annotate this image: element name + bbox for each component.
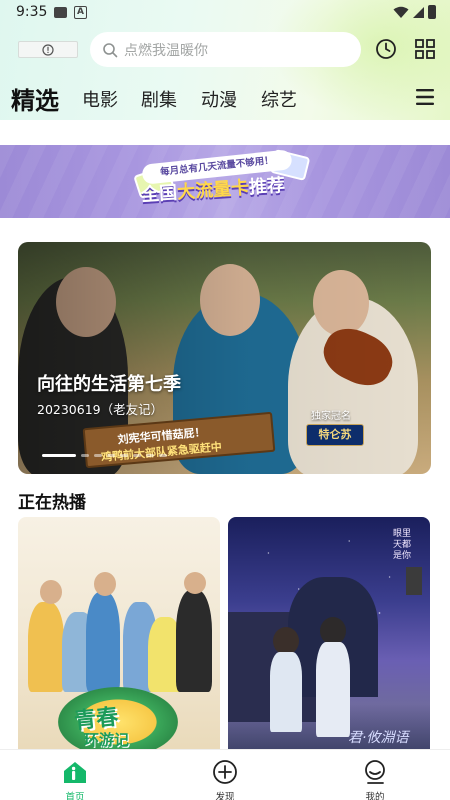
- hamburger-menu-icon[interactable]: [415, 88, 435, 106]
- carousel-dot[interactable]: [81, 454, 89, 457]
- tab-anime[interactable]: 动漫: [201, 86, 237, 112]
- tab-series[interactable]: 剧集: [141, 86, 177, 112]
- nav-label: 发现: [215, 792, 235, 800]
- carousel-dot[interactable]: [94, 454, 102, 457]
- image-icon: [54, 7, 67, 18]
- nav-label: 首页: [65, 792, 85, 800]
- status-bar: 9:35 A: [0, 0, 450, 26]
- carousel-dot[interactable]: [159, 454, 167, 457]
- carousel-dot[interactable]: [120, 454, 128, 457]
- status-time: 9:35: [16, 4, 48, 20]
- carousel-dot[interactable]: [42, 454, 76, 457]
- top-header: 点燃我温暖你: [0, 30, 450, 70]
- history-clock-icon[interactable]: [375, 38, 397, 60]
- street-sign: [406, 567, 422, 595]
- notice-button[interactable]: [18, 41, 78, 58]
- grid-apps-icon[interactable]: [415, 39, 435, 59]
- carousel-indicator: [42, 454, 167, 458]
- tab-movies[interactable]: 电影: [82, 86, 118, 112]
- wifi-icon: [393, 6, 409, 18]
- poster-signature: 君·攸淵语: [348, 730, 409, 746]
- character-head: [273, 627, 299, 655]
- home-icon: [64, 762, 86, 783]
- category-tabs: 精选 电影 剧集 动漫 综艺: [0, 76, 450, 118]
- carousel-dot[interactable]: [107, 454, 115, 457]
- tab-variety[interactable]: 综艺: [261, 86, 297, 112]
- promo-banner[interactable]: 每月总有几天流量不够用！ 全国大流量卡推荐: [0, 145, 450, 218]
- chat-profile-icon: [365, 760, 385, 784]
- search-placeholder: 点燃我温暖你: [124, 42, 208, 59]
- plus-circle-icon: [213, 760, 237, 784]
- sponsor-logo: 特仑苏: [306, 424, 364, 446]
- battery-icon: [428, 5, 436, 19]
- show-card[interactable]: 青春 环游记: [18, 517, 220, 757]
- cast-photo: [28, 572, 213, 692]
- carousel-dot[interactable]: [146, 454, 154, 457]
- nav-me[interactable]: 我的: [335, 750, 415, 800]
- character: [316, 642, 350, 737]
- signal-icon: [413, 7, 424, 18]
- section-title: 正在热播: [18, 493, 86, 513]
- character-head: [320, 617, 346, 645]
- nav-discover[interactable]: 发现: [185, 750, 265, 800]
- carousel-dot[interactable]: [133, 454, 141, 457]
- poster-vertical-text: 眼里天都是你: [393, 529, 412, 561]
- nav-home[interactable]: 首页: [35, 750, 115, 800]
- search-input[interactable]: 点燃我温暖你: [90, 32, 361, 67]
- search-icon: [103, 42, 118, 57]
- hero-title: 向往的生活第七季: [37, 374, 181, 395]
- hero-subtitle: 20230619（老友记）: [37, 402, 164, 417]
- bottom-navigation: 首页 发现 我的: [0, 749, 450, 800]
- hero-carousel[interactable]: 向往的生活第七季 20230619（老友记） 刘宪华可惜菇屁！ 鸡鸭前大部队紧急…: [18, 242, 431, 474]
- show-card[interactable]: 眼里天都是你 君·攸淵语: [228, 517, 430, 757]
- character: [270, 652, 302, 732]
- nav-label: 我的: [365, 792, 385, 800]
- a-icon: A: [74, 6, 87, 19]
- sponsor-label: 独家冠名: [311, 411, 351, 422]
- show-logo-subtext: 环游记: [84, 731, 130, 749]
- info-circle-icon: [42, 43, 54, 56]
- tab-featured[interactable]: 精选: [11, 81, 59, 116]
